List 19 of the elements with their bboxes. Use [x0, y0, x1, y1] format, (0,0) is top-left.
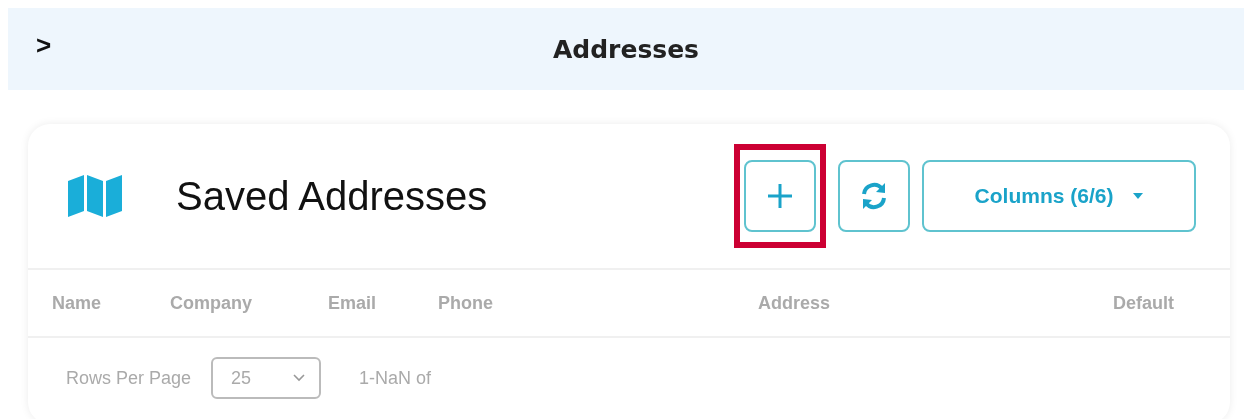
- map-icon: [68, 175, 122, 217]
- rows-per-page-select[interactable]: 25: [211, 357, 322, 399]
- column-header: Default: [1113, 292, 1174, 314]
- column-header: Name: [52, 292, 103, 314]
- page-range: 1-NaN of: [359, 367, 432, 389]
- refresh-button[interactable]: [838, 160, 910, 232]
- chevron-down-icon: [293, 374, 306, 382]
- column-header: Company: [170, 292, 253, 314]
- page-title: Addresses: [553, 34, 699, 64]
- card-title: Saved Addresses: [176, 173, 489, 219]
- columns-dropdown[interactable]: Columns (6/6): [922, 160, 1196, 232]
- expand-toggle[interactable]: >: [36, 30, 52, 61]
- caret-icon: [1133, 193, 1144, 199]
- rows-per-page-label: Rows Per Page: [66, 367, 192, 389]
- add-button[interactable]: [744, 160, 816, 232]
- column-header: Email: [328, 292, 378, 314]
- plus-icon: [765, 181, 795, 211]
- column-header: Address: [758, 292, 832, 314]
- column-header: Phone: [438, 292, 494, 314]
